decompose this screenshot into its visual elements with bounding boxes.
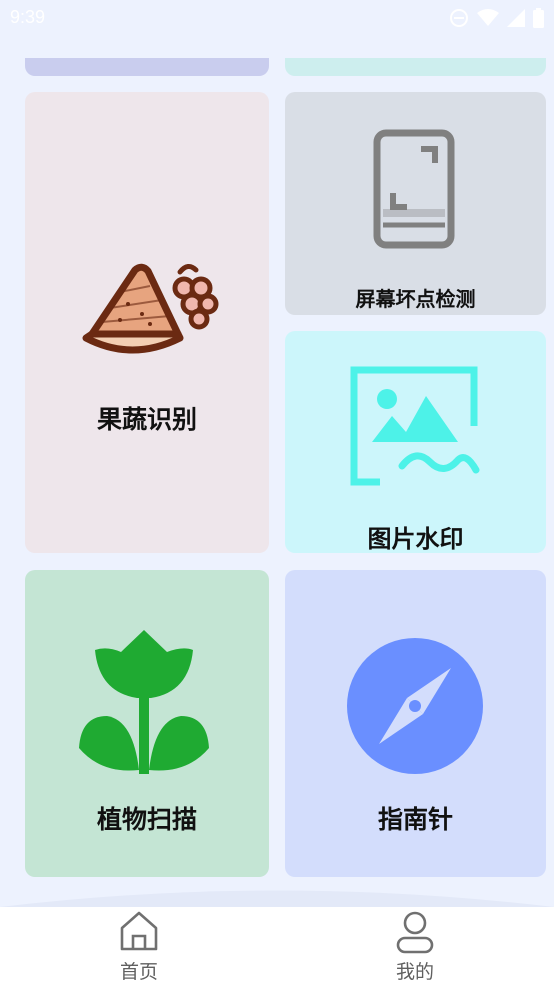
card-peek-left[interactable] <box>25 58 269 76</box>
plant-icon <box>79 630 209 774</box>
battery-icon <box>533 8 544 28</box>
nav-item-home[interactable]: 首页 <box>79 907 199 985</box>
image-watermark-icon <box>350 366 480 486</box>
home-icon <box>120 911 158 951</box>
do-not-disturb-icon <box>450 9 468 27</box>
compass-icon <box>347 638 483 774</box>
dead-pixel-label: 屏幕坏点检测 <box>355 287 476 311</box>
status-time: 9:39 <box>10 7 46 27</box>
phone-screen-icon <box>373 129 455 249</box>
fruit-veg-label: 果蔬识别 <box>96 405 197 434</box>
status-icons <box>449 8 544 28</box>
nav-wave-decoration <box>0 890 554 910</box>
watermark-label: 图片水印 <box>367 525 464 553</box>
nav-label-profile: 我的 <box>395 961 434 983</box>
fruit-veg-card[interactable]: 果蔬识别 <box>25 92 269 553</box>
status-bar: 9:39 <box>0 0 554 38</box>
compass-card[interactable]: 指南针 <box>285 570 546 877</box>
card-peek-right[interactable] <box>285 58 546 76</box>
nav-item-profile[interactable]: 我的 <box>355 907 475 985</box>
profile-icon <box>396 911 434 954</box>
plant-label: 植物扫描 <box>96 805 197 834</box>
dead-pixel-card[interactable]: 屏幕坏点检测 <box>285 92 546 315</box>
wifi-icon <box>477 9 499 26</box>
cellular-signal-icon <box>507 9 525 27</box>
nav-label-home: 首页 <box>119 961 158 983</box>
plant-card[interactable]: 植物扫描 <box>25 570 269 877</box>
fruit-veg-icon <box>82 263 219 354</box>
compass-label: 指南针 <box>377 805 453 834</box>
watermark-card[interactable]: 图片水印 <box>285 331 546 553</box>
bottom-nav: 首页 我的 <box>0 907 554 985</box>
